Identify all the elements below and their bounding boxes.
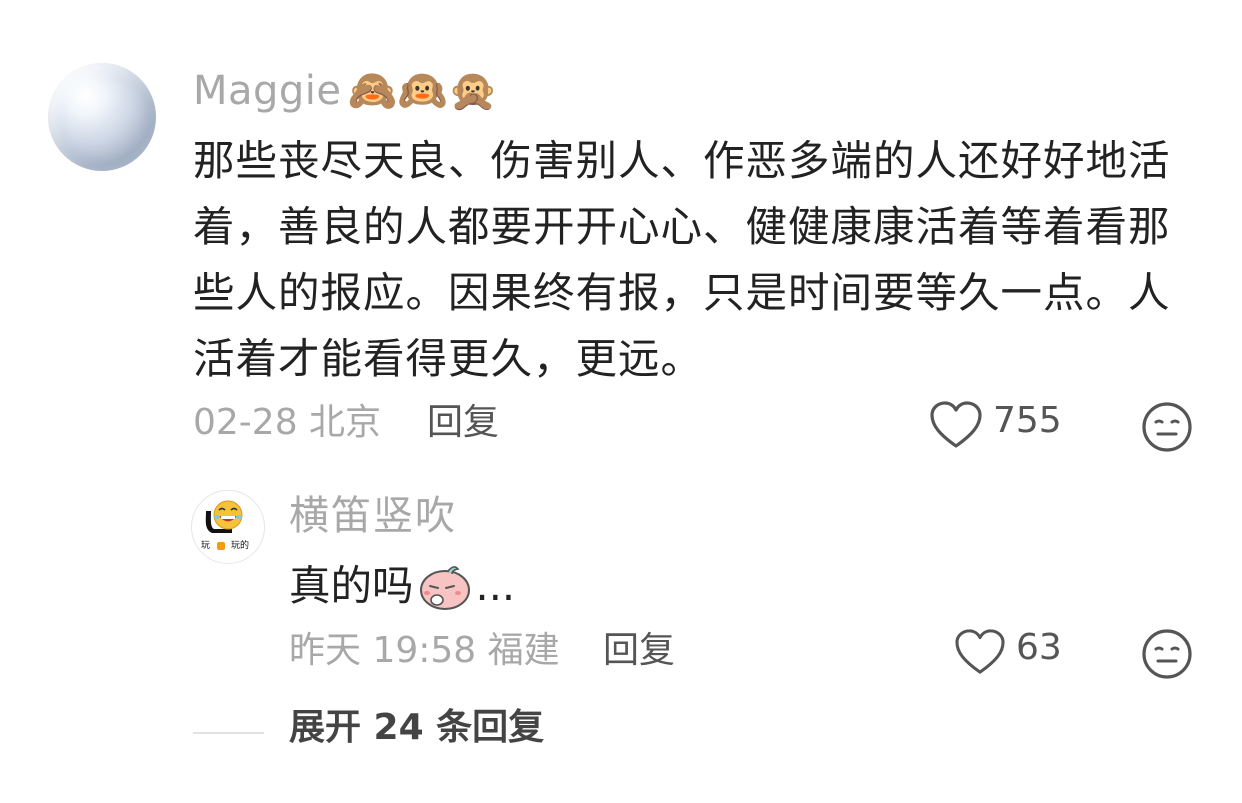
like-count: 755 xyxy=(993,400,1062,441)
heart-icon xyxy=(930,401,982,448)
reply-dislike-face-icon[interactable] xyxy=(1141,628,1193,680)
reply-username[interactable]: 横笛竖吹 xyxy=(289,490,457,542)
commenter-username[interactable]: Maggie xyxy=(193,68,342,114)
avatar-caption-sticker-icon xyxy=(217,542,225,550)
reply-like-count: 63 xyxy=(1016,627,1062,668)
reply-avatar[interactable]: 玩 玩的 xyxy=(191,490,265,564)
expand-replies-button[interactable]: 展开 24 条回复 xyxy=(289,702,544,754)
sad-bubble-emoji-icon xyxy=(419,566,470,610)
laughing-avatar-icon xyxy=(205,500,243,533)
reply-like-button[interactable]: 63 xyxy=(954,627,1062,676)
heart-icon xyxy=(955,629,1005,674)
comment-meta: 02-28 北京 xyxy=(193,402,382,443)
reply-text: 真的吗 ... xyxy=(289,558,515,614)
comment-text: 那些丧尽天良、伤害别人、作恶多端的人还好好地活着，善良的人都要开开心心、健健康康… xyxy=(193,136,1171,383)
reply-button[interactable]: 回复 xyxy=(427,397,499,449)
reply-text-suffix: ... xyxy=(475,561,516,610)
commenter-avatar[interactable] xyxy=(48,63,156,171)
dislike-face-icon[interactable] xyxy=(1141,401,1193,453)
like-button[interactable]: 755 xyxy=(929,400,1062,450)
reply-text-body: 真的吗 xyxy=(289,561,414,610)
avatar-caption-right: 玩的 xyxy=(231,541,250,551)
avatar-caption-left: 玩 xyxy=(201,541,211,551)
monkey-emoji-icons: 🙈🙉🙊 xyxy=(347,68,499,114)
commenter-name[interactable]: Maggie 🙈🙉🙊 xyxy=(193,66,498,116)
reply-reply-button[interactable]: 回复 xyxy=(603,625,675,677)
reply-meta: 昨天 19:58 福建 xyxy=(289,630,560,671)
expand-divider xyxy=(193,732,264,734)
